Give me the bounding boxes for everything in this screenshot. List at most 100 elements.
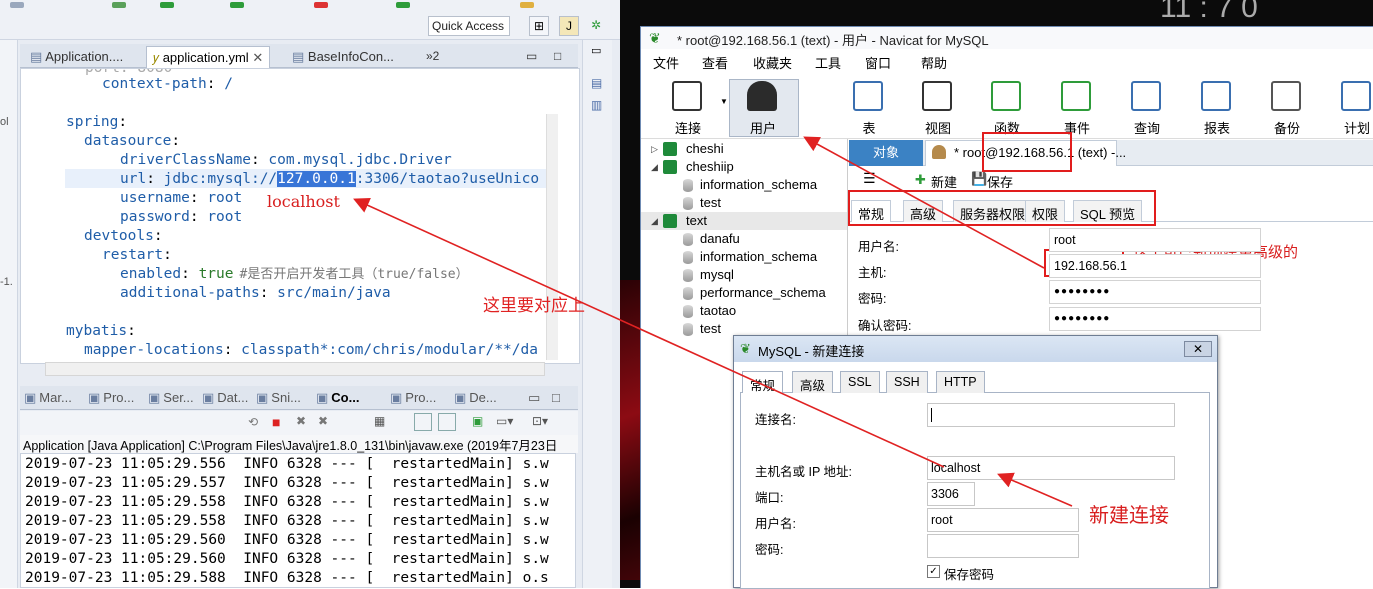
dropdown-arrow-icon[interactable]: ▼ [720, 97, 728, 106]
terminate-icon[interactable]: ⟲ [248, 415, 258, 429]
console-tab[interactable]: ▣ De... [454, 390, 497, 406]
form-field[interactable]: 192.168.56.1 [1049, 254, 1261, 278]
minimize-icon[interactable]: ▭ [528, 390, 540, 406]
connect-tool[interactable]: 连接 [658, 77, 718, 137]
menu-item[interactable]: 查看 [702, 53, 728, 72]
dialog-tab[interactable]: 高级 [792, 371, 834, 393]
more-tabs[interactable]: »2 [420, 46, 445, 68]
console-tab[interactable]: ▣ Dat... [202, 390, 248, 406]
password-input[interactable] [927, 534, 1079, 558]
hierarchy-icon[interactable]: ▥ [591, 98, 602, 112]
scroll-lock-icon[interactable]: ▦ [374, 414, 385, 428]
console-output[interactable]: 2019-07-23 11:05:29.556 INFO 6328 --- [ … [20, 453, 576, 588]
tree-item[interactable]: test [700, 321, 721, 336]
play-icon[interactable] [396, 2, 410, 8]
console-tab[interactable]: ▣ Co... [316, 390, 359, 406]
form-field[interactable]: ●●●●●●●● [1049, 307, 1261, 331]
menu-item[interactable]: 文件 [653, 53, 679, 72]
dialog-tab[interactable]: HTTP [936, 371, 985, 393]
pin-console-icon[interactable]: ▣ [472, 414, 483, 428]
function-tool[interactable]: 函数 [977, 77, 1037, 137]
event-tool[interactable]: 事件 [1047, 77, 1107, 137]
run-config-icon[interactable] [230, 2, 244, 8]
vertical-scrollbar[interactable] [546, 114, 558, 360]
save-button[interactable]: 保存 [987, 172, 1013, 191]
yaml-editor[interactable]: port: 8080 context-path: / spring: datasou… [20, 68, 580, 364]
tree-item[interactable]: cheshiip [686, 159, 734, 174]
tree-item[interactable]: information_schema [700, 177, 817, 192]
tree-item[interactable]: taotao [700, 303, 736, 318]
remove-all-icon[interactable]: ✖ [318, 414, 328, 428]
tab-application-java[interactable]: ▤ Application.... [24, 46, 129, 68]
menu-icon[interactable]: ☰ [863, 170, 876, 187]
expand-toggle-icon[interactable]: ◢ [651, 216, 658, 227]
console-tab[interactable]: ▣ Pro... [88, 390, 134, 406]
display-console-icon[interactable]: ▭▾ [496, 414, 513, 428]
query-tool[interactable]: 查询 [1117, 77, 1177, 137]
quick-access-input[interactable]: Quick Access [428, 16, 510, 36]
view-tool[interactable]: 视图 [908, 77, 968, 137]
console-tab[interactable]: ▣ Sni... [256, 390, 301, 406]
horizontal-scrollbar[interactable] [45, 362, 545, 376]
host-input[interactable]: localhost [927, 456, 1175, 480]
tree-item[interactable]: text [686, 213, 707, 228]
close-icon[interactable]: ✕ [252, 50, 263, 65]
show-console-err-icon[interactable] [438, 413, 456, 431]
maximize-icon[interactable]: □ [548, 46, 567, 68]
save-password-checkbox[interactable]: ✓ [927, 565, 940, 578]
form-field[interactable]: root [1049, 228, 1261, 252]
schedule-tool[interactable]: 计划 [1327, 77, 1373, 137]
debug-icon[interactable] [160, 2, 174, 8]
stop-icon[interactable] [314, 2, 328, 8]
port-input[interactable]: 3306 [927, 482, 975, 506]
remove-launch-icon[interactable]: ✖ [296, 414, 306, 428]
run-icon[interactable] [112, 2, 126, 8]
menu-item[interactable]: 帮助 [921, 53, 947, 72]
open-perspective-icon[interactable]: ⊞ [529, 16, 549, 36]
restore-icon[interactable]: ▭ [591, 44, 601, 57]
console-tab[interactable]: ▣ Ser... [148, 390, 194, 406]
toolbar-icon[interactable] [10, 2, 24, 8]
maximize-icon[interactable]: □ [552, 390, 560, 405]
open-console-icon[interactable]: ⊡▾ [532, 414, 548, 428]
colon: : [259, 285, 278, 301]
menu-item[interactable]: 工具 [815, 53, 841, 72]
colon: : [223, 342, 242, 358]
user-input[interactable]: root [927, 508, 1079, 532]
tree-item[interactable]: cheshi [686, 141, 724, 156]
view-label: 视图 [924, 121, 951, 136]
dialog-tab[interactable]: SSL [840, 371, 880, 393]
menu-item[interactable]: 收藏夹 [753, 53, 792, 72]
tab-objects[interactable]: 对象 [849, 140, 923, 166]
minimize-icon[interactable]: ▭ [520, 46, 543, 68]
new-button[interactable]: 新建 [931, 172, 957, 191]
form-field[interactable]: ●●●●●●●● [1049, 280, 1261, 304]
tree-item[interactable]: performance_schema [700, 285, 826, 300]
dialog-tab[interactable]: 常规 [742, 371, 784, 393]
tree-item[interactable]: test [700, 195, 721, 210]
tree-item[interactable]: mysql [700, 267, 734, 282]
close-button[interactable]: ✕ [1184, 341, 1212, 357]
conn-name-input[interactable] [927, 403, 1175, 427]
tree-item[interactable]: danafu [700, 231, 740, 246]
backup-tool[interactable]: 备份 [1257, 77, 1317, 137]
menu-item[interactable]: 窗口 [865, 53, 891, 72]
editor-line: context-path: / [102, 75, 233, 94]
show-console-icon[interactable] [414, 413, 432, 431]
report-tool[interactable]: 报表 [1187, 77, 1247, 137]
outline-icon[interactable]: ▤ [591, 76, 602, 90]
console-tab[interactable]: ▣ Mar... [24, 390, 72, 406]
dialog-tab[interactable]: SSH [886, 371, 928, 393]
yaml-key: spring [66, 114, 119, 130]
expand-toggle-icon[interactable]: ▷ [651, 144, 658, 155]
java-perspective-icon[interactable]: J [559, 16, 579, 36]
tree-item[interactable]: information_schema [700, 249, 817, 264]
debug-perspective-icon[interactable]: ✲ [586, 16, 606, 36]
stop-icon[interactable]: ■ [272, 414, 280, 430]
console-tab[interactable]: ▣ Pro... [390, 390, 436, 406]
tab-application-yml[interactable]: 𝑦 application.yml ✕ [146, 46, 271, 68]
expand-toggle-icon[interactable]: ◢ [651, 162, 658, 173]
table-tool[interactable]: 表 [839, 77, 899, 137]
tab-baseinfocon[interactable]: ▤ BaseInfoCon... [286, 46, 400, 68]
folder-icon[interactable] [520, 2, 534, 8]
